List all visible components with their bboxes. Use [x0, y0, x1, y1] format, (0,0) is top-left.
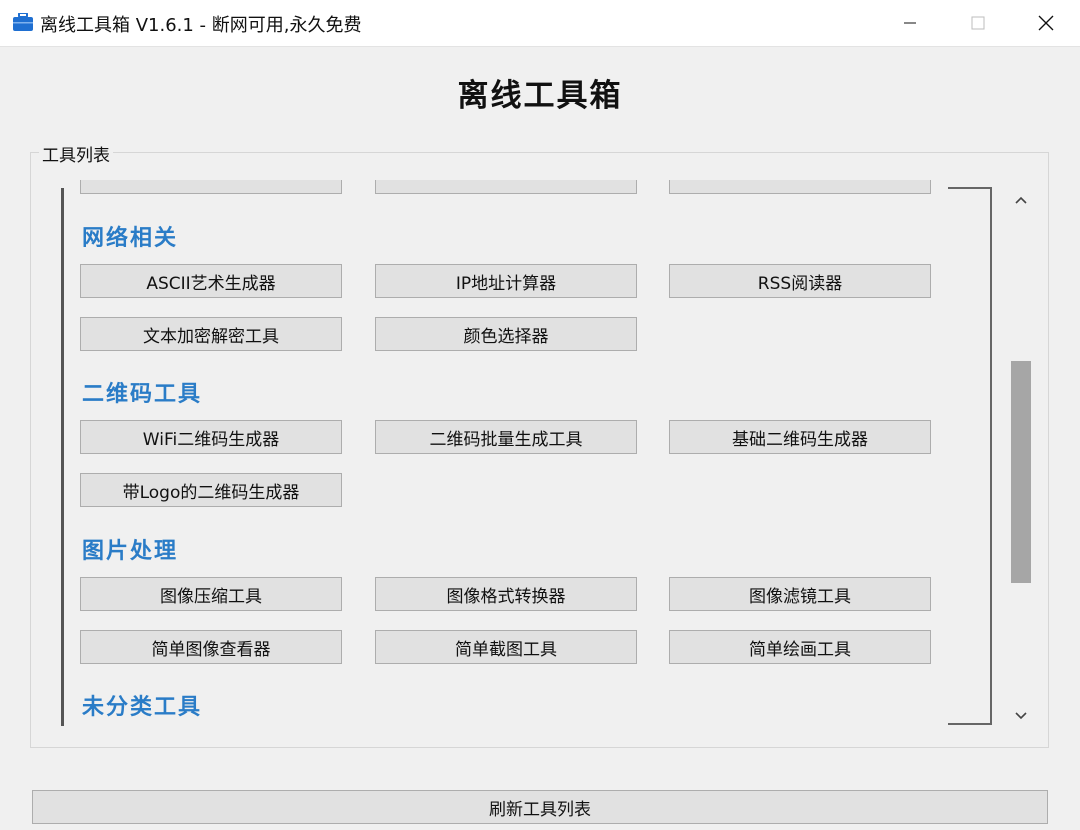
close-button[interactable] [1012, 0, 1080, 46]
category-uncategorized-heading: 未分类工具 [82, 695, 203, 720]
scroll-up-button[interactable] [1012, 190, 1030, 210]
page-title: 离线工具箱 [457, 78, 623, 114]
tool-list-label: 工具列表 [39, 141, 113, 166]
title-bar: 离线工具箱 V1.6.1 - 断网可用,永久免费 [0, 0, 1080, 47]
tool-button-partial[interactable] [80, 180, 342, 194]
tool-button-text-encrypt[interactable]: 文本加密解密工具 [80, 317, 342, 351]
tool-button-ascii-art[interactable]: ASCII艺术生成器 [80, 264, 342, 298]
tool-button-logo-qr[interactable]: 带Logo的二维码生成器 [80, 473, 342, 507]
tool-button-screenshot[interactable]: 简单截图工具 [375, 630, 637, 664]
scroll-down-button[interactable] [1012, 706, 1030, 726]
minimize-icon [904, 22, 916, 24]
tool-button-image-convert[interactable]: 图像格式转换器 [375, 577, 637, 611]
category-qrcode-heading: 二维码工具 [82, 382, 203, 407]
close-icon [1038, 15, 1054, 31]
refresh-tool-list-button[interactable]: 刷新工具列表 [32, 790, 1048, 824]
category-image-heading: 图片处理 [82, 539, 179, 564]
tool-button-partial[interactable] [375, 180, 637, 194]
tool-scroll-area[interactable]: 网络相关 ASCII艺术生成器 IP地址计算器 RSS阅读器 文本加密解密工具 … [64, 180, 946, 728]
tool-button-wifi-qr[interactable]: WiFi二维码生成器 [80, 420, 342, 454]
chevron-down-icon [1015, 712, 1027, 720]
tool-button-ip-calculator[interactable]: IP地址计算器 [375, 264, 637, 298]
maximize-button[interactable] [944, 0, 1012, 46]
tool-button-paint[interactable]: 简单绘画工具 [669, 630, 931, 664]
maximize-icon [971, 16, 985, 30]
chevron-up-icon [1015, 196, 1027, 204]
toolbox-icon [13, 13, 33, 31]
tool-button-rss-reader[interactable]: RSS阅读器 [669, 264, 931, 298]
right-bracket [948, 187, 992, 725]
scrollbar-thumb[interactable] [1011, 361, 1031, 583]
category-network-heading: 网络相关 [82, 226, 179, 251]
tool-button-partial[interactable] [669, 180, 931, 194]
tool-button-batch-qr[interactable]: 二维码批量生成工具 [375, 420, 637, 454]
tool-button-image-filter[interactable]: 图像滤镜工具 [669, 577, 931, 611]
tool-button-color-picker[interactable]: 颜色选择器 [375, 317, 637, 351]
minimize-button[interactable] [876, 0, 944, 46]
tool-button-image-viewer[interactable]: 简单图像查看器 [80, 630, 342, 664]
window-title: 离线工具箱 V1.6.1 - 断网可用,永久免费 [40, 15, 362, 36]
tool-button-image-compress[interactable]: 图像压缩工具 [80, 577, 342, 611]
tool-button-basic-qr[interactable]: 基础二维码生成器 [669, 420, 931, 454]
